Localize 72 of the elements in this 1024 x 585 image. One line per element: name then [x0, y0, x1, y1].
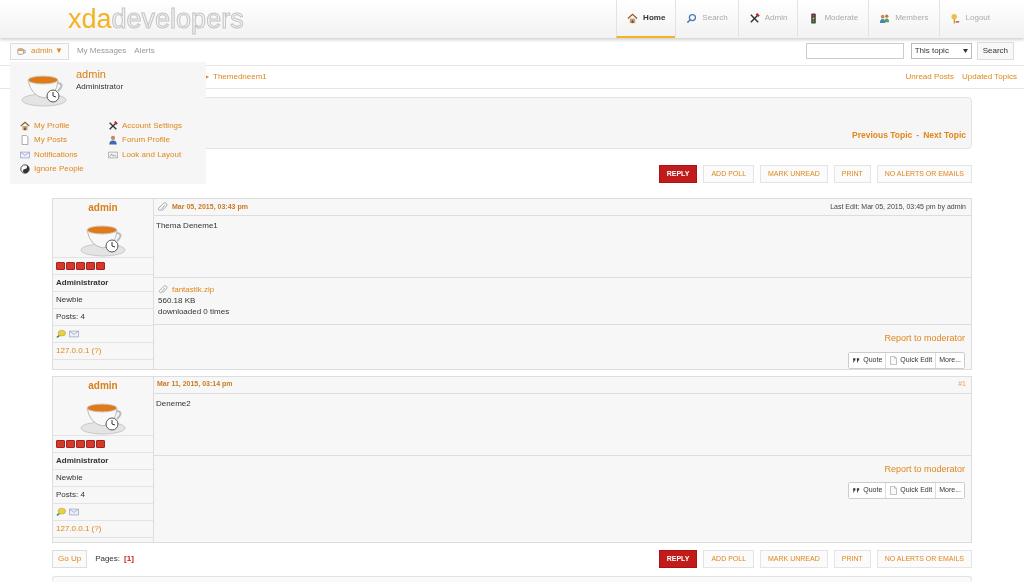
post-body-text: Thema Deneme1: [156, 221, 218, 230]
poster-ip-link[interactable]: 127.0.0.1 (?): [53, 343, 153, 360]
page-icon: [889, 355, 899, 365]
house-icon: [20, 120, 30, 131]
dropdown-menu-item[interactable]: My Posts: [20, 134, 108, 146]
breadcrumb-link[interactable]: Unread Posts: [905, 71, 954, 83]
separator-text: -: [916, 130, 920, 141]
search-button[interactable]: Search: [976, 42, 1014, 60]
poster-rank: Newbie: [53, 292, 153, 309]
paperclip-icon: [157, 201, 168, 213]
poster-rank: Newbie: [53, 469, 153, 487]
mug-icon: [16, 45, 27, 57]
dropdown-user-group: Administrator: [76, 81, 124, 94]
nav-tab[interactable]: Members: [868, 0, 939, 38]
topic-nav-link[interactable]: Next Topic: [923, 130, 966, 141]
breadcrumb-link[interactable]: Updated Topics: [962, 71, 1017, 83]
userbar-link[interactable]: My Messages: [76, 45, 127, 57]
poster-group: Administrator: [53, 275, 153, 292]
attachment-link[interactable]: fantastik.zip: [172, 284, 215, 295]
key-icon: [949, 12, 961, 24]
envelope-icon: [69, 329, 79, 339]
userbar-link[interactable]: Alerts: [134, 45, 155, 57]
quote-icon: [852, 486, 862, 495]
person-icon: [108, 135, 118, 146]
dropdown-menu-item[interactable]: Notifications: [20, 149, 108, 161]
user-menu-button[interactable]: admin ▼: [10, 42, 69, 60]
logo-brand[interactable]: xda: [68, 5, 112, 33]
speech-bubble-icon: [56, 506, 66, 517]
attachment-size: 560.18 KB: [158, 296, 196, 305]
envelope-icon: [69, 506, 79, 517]
post-body-text: Deneme2: [156, 398, 191, 408]
poster-post-count: Posts: 4: [53, 486, 153, 504]
nav-tab[interactable]: Logout: [938, 0, 1000, 38]
page-number-link[interactable]: [1]: [124, 552, 134, 565]
search-icon: [686, 12, 698, 24]
house-icon: [627, 12, 639, 24]
pages-label: Pages:: [95, 552, 121, 565]
yin-yang-icon: [20, 164, 30, 175]
search-field[interactable]: [805, 43, 904, 59]
nav-tab[interactable]: Admin: [737, 0, 798, 38]
document-icon: [20, 135, 30, 146]
breadcrumb-link[interactable]: Themedneem1: [213, 71, 267, 83]
poster-group: Administrator: [53, 452, 153, 470]
dropdown-menu-item[interactable]: My Profile: [20, 120, 108, 132]
download-count: downloaded 0 times: [158, 307, 230, 316]
dropdown-menu-item[interactable]: Forum Profile: [108, 134, 196, 146]
nav-tab[interactable]: Search: [675, 0, 738, 38]
topic-nav-link[interactable]: Previous Topic: [852, 130, 913, 141]
crossed-tools-icon: [108, 120, 118, 131]
people-icon: [879, 12, 891, 24]
nav-tab[interactable]: Moderate: [797, 0, 869, 38]
dropdown-menu-item[interactable]: Look and Layout: [108, 149, 196, 161]
crossed-tools-icon: [748, 12, 760, 24]
poster-name[interactable]: admin: [88, 377, 118, 393]
poster-ip-link[interactable]: 127.0.0.1 (?): [53, 520, 153, 538]
go-up-button[interactable]: Go Up: [52, 549, 88, 568]
page-icon: [889, 486, 899, 495]
dropdown-menu-item[interactable]: Ignore People: [20, 163, 108, 175]
report-link[interactable]: Report to moderator: [884, 462, 965, 476]
quote-icon: [852, 355, 862, 365]
search-scope-select[interactable]: This topic: [910, 43, 972, 59]
paperclip-icon: [158, 284, 168, 295]
card-icon: [108, 149, 118, 160]
dropdown-user-name[interactable]: admin: [76, 68, 124, 82]
envelope-icon: [20, 149, 30, 160]
speech-bubble-icon: [56, 329, 66, 339]
poster-post-count: Posts: 4: [53, 309, 153, 326]
dropdown-menu-item[interactable]: Account Settings: [108, 120, 196, 132]
report-link[interactable]: Report to moderator: [884, 332, 965, 346]
caret-icon: [962, 48, 968, 54]
nav-tab[interactable]: Home: [616, 0, 676, 38]
poster-name[interactable]: admin: [88, 200, 118, 215]
